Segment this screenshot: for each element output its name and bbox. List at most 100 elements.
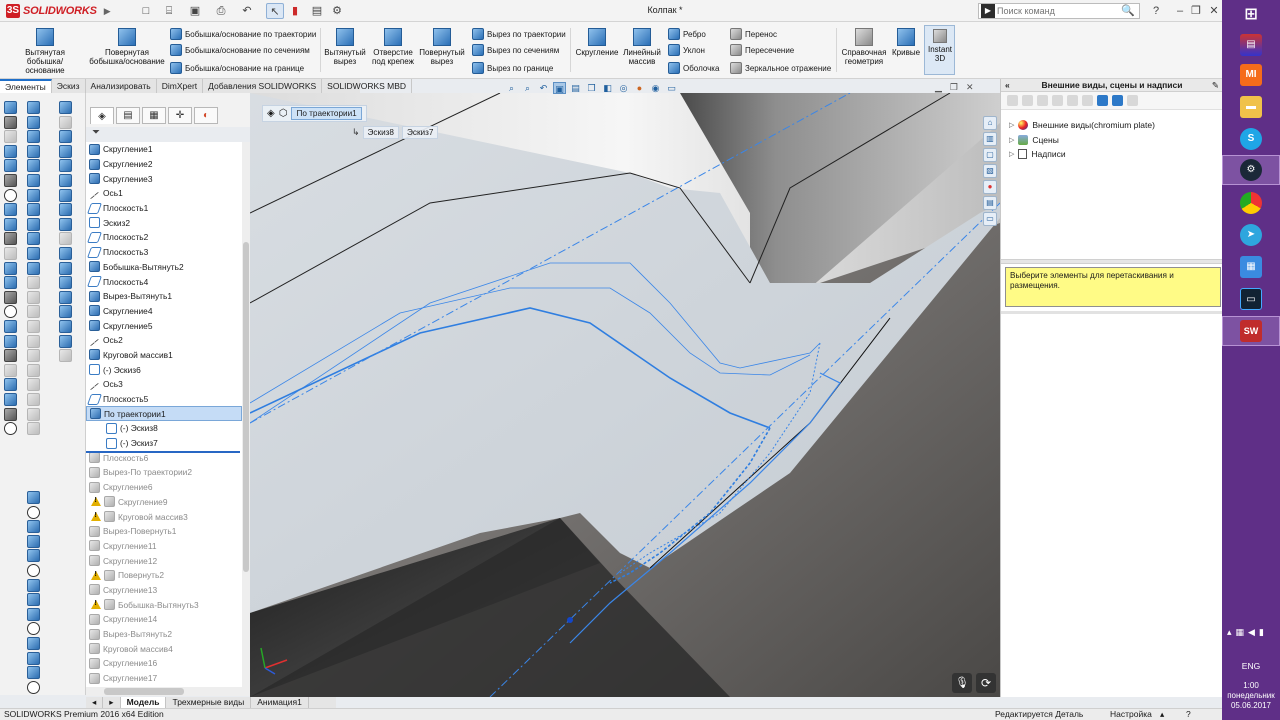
- file-explorer-icon[interactable]: ▢: [983, 148, 997, 162]
- tree-item[interactable]: Скругление3: [86, 171, 242, 186]
- sketch-tool-icon[interactable]: [27, 637, 40, 650]
- solidworks-logo[interactable]: 3S SOLIDWORKS ▶: [6, 3, 111, 19]
- open-folder-icon[interactable]: ⌸: [160, 3, 178, 19]
- tool-icon[interactable]: [59, 217, 72, 231]
- tool-icon[interactable]: [4, 261, 17, 275]
- clock[interactable]: 1:00 понедельник 05.06.2017: [1222, 681, 1280, 711]
- tool-icon[interactable]: [4, 144, 17, 158]
- tool-icon[interactable]: [27, 407, 40, 421]
- material-icon[interactable]: [1082, 95, 1093, 106]
- options-gear-icon[interactable]: ⚙: [328, 3, 346, 19]
- resources-home-icon[interactable]: ⌂: [983, 116, 997, 130]
- sketch-tool-icon[interactable]: [27, 666, 40, 680]
- refresh-icon[interactable]: [1112, 95, 1123, 106]
- tree-item[interactable]: Скругление13: [86, 583, 242, 598]
- tree-item[interactable]: Скругление11: [86, 539, 242, 554]
- tab-model[interactable]: Модель: [120, 697, 167, 708]
- tool-icon[interactable]: [27, 115, 40, 129]
- command-search[interactable]: ▶: [978, 3, 1140, 19]
- tool-icon[interactable]: [4, 188, 17, 202]
- tree-item[interactable]: Вырез-По траектории2: [86, 465, 242, 480]
- volume-icon[interactable]: ◀: [1248, 627, 1255, 638]
- tree-item[interactable]: Круговой массив4: [86, 641, 242, 656]
- apply-scene-icon[interactable]: ◉: [649, 82, 662, 94]
- dropdown-icon[interactable]: [1037, 95, 1048, 106]
- linear-pattern-button[interactable]: Линейный массив: [622, 28, 662, 66]
- tool-icon[interactable]: [4, 422, 17, 436]
- task-pane-splitter[interactable]: [1001, 259, 1223, 264]
- feature-manager-tab-icon[interactable]: ◈: [90, 107, 114, 124]
- forum-icon[interactable]: ▭: [983, 212, 997, 226]
- tool-icon[interactable]: [4, 407, 17, 421]
- tool-icon[interactable]: [59, 305, 72, 319]
- tool-icon[interactable]: [27, 232, 40, 246]
- tab-3d-views[interactable]: Трехмерные виды: [166, 697, 252, 708]
- revolved-boss-button[interactable]: Повернутая бобышка/основание: [88, 28, 166, 66]
- part-icon[interactable]: ◈: [267, 108, 275, 119]
- shell-button[interactable]: Оболочка: [668, 60, 719, 76]
- tool-icon[interactable]: [4, 290, 17, 304]
- add-location-icon[interactable]: [1052, 95, 1063, 106]
- close-icon[interactable]: ✕: [1204, 3, 1224, 19]
- tree-node-scenes[interactable]: ▷ Сцены: [1009, 133, 1059, 147]
- tree-item[interactable]: Скругление17: [86, 671, 242, 686]
- winrar-app[interactable]: ▤: [1222, 30, 1280, 60]
- tool-icon[interactable]: [4, 159, 17, 173]
- tree-item[interactable]: Скругление12: [86, 553, 242, 568]
- design-library-icon[interactable]: ▥: [983, 132, 997, 146]
- graphics-viewport[interactable]: [250, 93, 1000, 697]
- tool-icon[interactable]: [4, 247, 17, 260]
- select-pointer-icon[interactable]: ↖: [266, 3, 284, 19]
- tool-icon[interactable]: [4, 232, 17, 246]
- tree-item[interactable]: Круговой массив3: [86, 509, 242, 524]
- sketch-tool-icon[interactable]: [27, 549, 40, 563]
- tool-icon[interactable]: [59, 203, 72, 217]
- tree-item[interactable]: Ось2: [86, 333, 242, 348]
- network-icon[interactable]: ▦: [1236, 627, 1245, 638]
- sketch-tool-icon[interactable]: [27, 622, 40, 636]
- tool-icon[interactable]: [27, 174, 40, 187]
- tree-item[interactable]: Вырез-Вытянуть2: [86, 627, 242, 642]
- language-indicator[interactable]: ENG: [1222, 661, 1280, 671]
- dark-app[interactable]: ▭: [1222, 284, 1280, 314]
- tree-item[interactable]: Круговой массив1: [86, 348, 242, 363]
- tool-icon[interactable]: [4, 174, 17, 187]
- tool-icon[interactable]: [4, 363, 17, 377]
- display-style-icon[interactable]: ◧: [601, 82, 614, 94]
- tree-item[interactable]: Скругление6: [86, 480, 242, 495]
- tree-item[interactable]: (-) Эскиз7: [86, 436, 242, 451]
- tree-item[interactable]: Плоскость3: [86, 245, 242, 260]
- tree-item[interactable]: Скругление2: [86, 157, 242, 172]
- mi-app[interactable]: MI: [1222, 60, 1280, 90]
- tool-icon[interactable]: [27, 276, 40, 290]
- hole-wizard-button[interactable]: Отверстие под крепеж: [370, 28, 416, 66]
- appearances-icon[interactable]: ●: [983, 180, 997, 194]
- tree-item[interactable]: Скругление14: [86, 612, 242, 627]
- tool-icon[interactable]: [59, 261, 72, 275]
- tool-icon[interactable]: [59, 144, 72, 158]
- tool-icon[interactable]: [4, 101, 17, 114]
- tab-addins[interactable]: Добавления SOLIDWORKS: [203, 79, 323, 93]
- viewport-close-icon[interactable]: ✕: [966, 82, 974, 93]
- add-to-favorites-icon[interactable]: [1097, 95, 1108, 106]
- tree-item[interactable]: Бобышка-Вытянуть3: [86, 597, 242, 612]
- tree-item[interactable]: Плоскость2: [86, 230, 242, 245]
- sketch-tool-icon[interactable]: [27, 578, 40, 592]
- view-orientation-icon[interactable]: ❒: [585, 82, 598, 94]
- sketch-tool-icon[interactable]: [27, 564, 40, 577]
- tree-item[interactable]: Скругление4: [86, 304, 242, 319]
- appearance-icon[interactable]: [1067, 95, 1078, 106]
- up-level-icon[interactable]: [1127, 95, 1138, 106]
- tool-icon[interactable]: [59, 174, 72, 187]
- wrap-button[interactable]: Перенос: [730, 26, 777, 42]
- tree-item[interactable]: (-) Эскиз8: [86, 421, 242, 436]
- tree-item[interactable]: Скругление5: [86, 318, 242, 333]
- section-view-icon[interactable]: ▣: [553, 82, 566, 94]
- expand-arrow-icon[interactable]: ▷: [1009, 121, 1014, 129]
- tool-icon[interactable]: [27, 305, 40, 319]
- tool-icon[interactable]: [4, 305, 17, 319]
- tool-icon[interactable]: [27, 261, 40, 275]
- viewport-minimize-icon[interactable]: ▁: [935, 82, 942, 93]
- tree-item[interactable]: (-) Эскиз6: [86, 362, 242, 377]
- windows-start-icon[interactable]: ⊞: [1222, 0, 1280, 30]
